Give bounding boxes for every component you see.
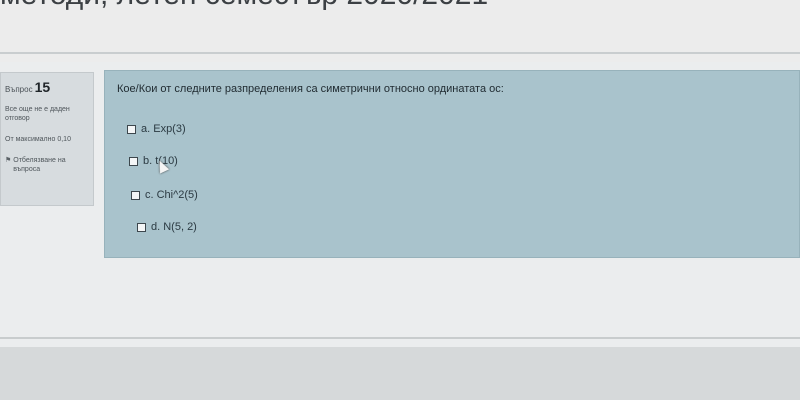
question-label: Въпрос (5, 85, 33, 94)
footer-divider (0, 337, 800, 339)
answer-checkbox-a[interactable] (127, 124, 136, 134)
question-number: 15 (34, 79, 51, 95)
answer-option-a[interactable]: a. Exp(3) (127, 123, 186, 135)
answer-label-c: c. Chi^2(5) (145, 189, 198, 201)
question-panel: Кое/Кои от следните разпределения са сим… (104, 70, 800, 258)
flag-icon: ⚑ (5, 157, 12, 164)
answer-checkbox-d[interactable] (137, 222, 146, 232)
answer-option-b[interactable]: b. t(10) (129, 155, 178, 167)
answer-label-d: d. N(5, 2) (151, 221, 197, 233)
answer-label-a: a. Exp(3) (141, 123, 186, 135)
footer-area (0, 347, 800, 400)
answer-option-c[interactable]: c. Chi^2(5) (131, 189, 198, 201)
question-text: Кое/Кои от следните разпределения са сим… (117, 83, 504, 95)
answer-option-d[interactable]: d. N(5, 2) (137, 221, 197, 233)
header-divider (0, 52, 800, 54)
page-title: методи, летен семестър 2020/2021 (0, 0, 760, 12)
answer-checkbox-c[interactable] (131, 190, 140, 200)
question-number-line: Въпрос 15 (5, 79, 93, 95)
max-points: От максимално 0,10 (5, 136, 71, 143)
answer-checkbox-b[interactable] (129, 156, 138, 166)
flag-question-label: Отбелязване на въпроса (13, 157, 66, 173)
flag-question-link[interactable]: ⚑ Отбелязване на въпроса (5, 156, 93, 174)
answer-status: Все още не е даден отговор (5, 106, 70, 122)
question-info-box: Въпрос 15 Все още не е даден отговор От … (0, 72, 94, 206)
